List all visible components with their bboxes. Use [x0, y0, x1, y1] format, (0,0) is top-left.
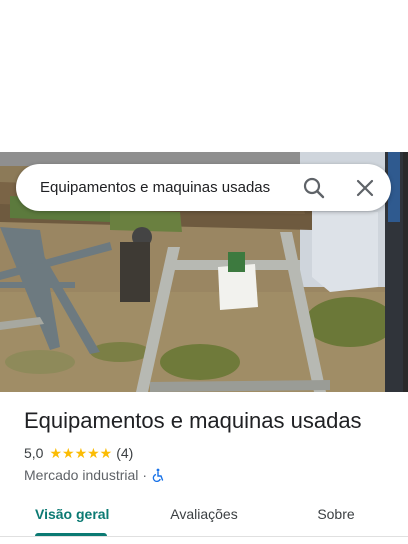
tabs-divider: [0, 536, 408, 537]
tab-avaliacoes[interactable]: Avaliações: [164, 496, 244, 532]
tab-visao-geral[interactable]: Visão geral: [35, 496, 109, 532]
rating-stars: ★★★★★: [49, 445, 113, 461]
review-count[interactable]: (4): [116, 445, 133, 461]
category-row: Mercado industrial ·: [24, 466, 394, 484]
place-title: Equipamentos e maquinas usadas: [24, 408, 362, 433]
place-info: Equipamentos e maquinas usadas 5,0 ★★★★★…: [24, 406, 394, 484]
place-tabs: Visão geral Avaliações Sobre: [0, 496, 408, 536]
scrollbar[interactable]: [403, 152, 408, 392]
search-icon[interactable]: [301, 175, 327, 201]
rating-row[interactable]: 5,0 ★★★★★ (4): [24, 444, 394, 462]
separator: ·: [142, 467, 148, 483]
wheelchair-icon: [151, 468, 165, 483]
close-icon[interactable]: [352, 175, 378, 201]
place-category[interactable]: Mercado industrial: [24, 467, 138, 483]
search-box[interactable]: Equipamentos e maquinas usadas: [16, 164, 391, 211]
search-input[interactable]: Equipamentos e maquinas usadas: [40, 179, 270, 196]
tab-sobre[interactable]: Sobre: [310, 496, 362, 532]
rating-value: 5,0: [24, 445, 44, 461]
